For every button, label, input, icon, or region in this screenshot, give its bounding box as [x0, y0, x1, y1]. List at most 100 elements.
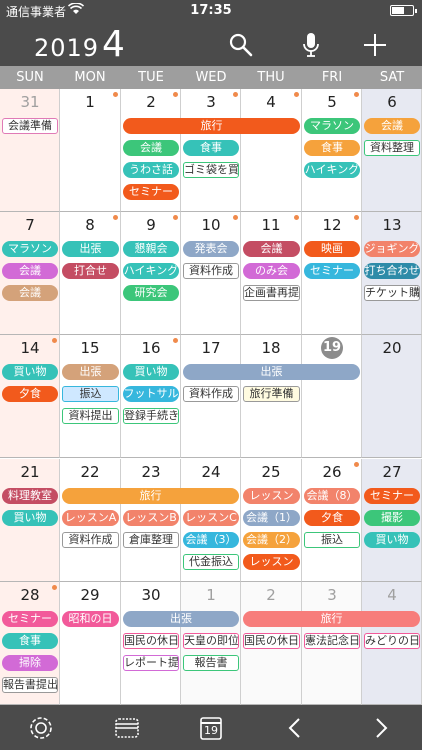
event-indicator-dot — [233, 215, 238, 220]
event-chip[interactable]: うわさ話 — [123, 162, 179, 178]
event-chip[interactable]: セミナー — [123, 184, 179, 200]
event-chip[interactable]: レッスン — [243, 488, 300, 504]
event-chip[interactable]: ジョギング — [364, 241, 420, 257]
event-chip[interactable]: 掃除 — [2, 655, 58, 671]
event-chip[interactable]: レッスン — [243, 554, 300, 570]
event-chip[interactable]: 会議（2） — [243, 532, 300, 548]
weekday-tue: TUE — [138, 70, 164, 85]
event-chip[interactable]: 打ち合わせ — [364, 263, 420, 279]
event-chip[interactable]: マラソン — [2, 241, 58, 257]
event-chip[interactable]: レポート提 — [123, 655, 179, 671]
event-chip[interactable]: 映画 — [304, 241, 360, 257]
day-number: 5 — [327, 93, 337, 111]
event-chip[interactable]: 代金振込 — [183, 554, 239, 570]
event-chip[interactable]: 資料作成 — [183, 263, 239, 279]
event-chip[interactable]: 会議 — [243, 241, 300, 257]
event-chip[interactable]: ハイキング — [304, 162, 360, 178]
event-chip[interactable]: セミナー — [364, 488, 420, 504]
event-chip[interactable]: 天皇の即位 — [183, 633, 239, 649]
event-chip[interactable]: 旅行準備 — [243, 386, 300, 402]
event-chip[interactable]: 食事 — [183, 140, 239, 156]
event-chip[interactable]: 会議 — [123, 140, 179, 156]
event-chip[interactable]: レッスンC — [183, 510, 239, 526]
event-chip[interactable]: 食事 — [2, 633, 58, 649]
multi-day-event[interactable]: 旅行 — [62, 488, 239, 504]
event-chip[interactable]: セミナー — [2, 611, 58, 627]
event-chip[interactable]: 会議 — [2, 263, 58, 279]
chevron-left-icon[interactable] — [280, 713, 310, 743]
event-chip[interactable]: セミナー — [304, 263, 360, 279]
today-label: 19 — [204, 724, 218, 737]
day-cell[interactable]: 29 — [60, 582, 121, 705]
day-cell[interactable]: 19 — [302, 335, 362, 458]
event-chip[interactable]: 資料提出 — [62, 408, 119, 424]
event-chip[interactable]: 料理教室 — [2, 488, 58, 504]
event-chip[interactable]: 会議（3） — [183, 532, 239, 548]
event-chip[interactable]: 報告書 — [183, 655, 239, 671]
event-chip[interactable]: 振込 — [62, 386, 119, 402]
event-chip[interactable]: 食事 — [304, 140, 360, 156]
today-button[interactable]: 19 — [196, 713, 226, 743]
event-chip[interactable]: 出張 — [62, 241, 119, 257]
multi-day-event[interactable]: 旅行 — [123, 118, 300, 134]
event-chip[interactable]: ハイキング — [123, 263, 179, 279]
event-chip[interactable]: レッスンB — [123, 510, 179, 526]
event-chip[interactable]: 買い物 — [2, 364, 58, 380]
day-number: 28 — [20, 586, 40, 604]
day-number: 3 — [327, 586, 337, 604]
event-chip[interactable]: 買い物 — [123, 364, 179, 380]
event-chip[interactable]: 憲法記念日 — [304, 633, 360, 649]
event-chip[interactable]: 国民の休日 — [243, 633, 300, 649]
event-chip[interactable]: 会議（8） — [304, 488, 360, 504]
multi-day-event[interactable]: 出張 — [183, 364, 360, 380]
event-chip[interactable]: 資料整理 — [364, 140, 420, 156]
day-cell[interactable]: 31 — [0, 89, 60, 212]
event-chip[interactable]: レッスンA — [62, 510, 119, 526]
event-chip[interactable]: 撮影 — [364, 510, 420, 526]
add-icon[interactable] — [360, 30, 390, 60]
event-chip[interactable]: 買い物 — [364, 532, 420, 548]
day-number: 17 — [201, 339, 221, 357]
microphone-icon[interactable] — [296, 30, 326, 60]
event-chip[interactable]: 打合せ — [62, 263, 119, 279]
event-chip[interactable]: マラソン — [304, 118, 360, 134]
day-number: 1 — [85, 93, 95, 111]
event-chip[interactable]: 買い物 — [2, 510, 58, 526]
event-chip[interactable]: フットサル — [123, 386, 179, 402]
event-chip[interactable]: 企画書再提 — [243, 285, 300, 301]
event-chip[interactable]: 国民の休日 — [123, 633, 179, 649]
day-cell[interactable]: 1 — [60, 89, 121, 212]
event-chip[interactable]: 会議 — [2, 285, 58, 301]
event-chip[interactable]: 登録手続き — [123, 408, 179, 424]
event-chip[interactable]: 資料作成 — [183, 386, 239, 402]
event-chip[interactable]: 昭和の日 — [62, 611, 119, 627]
battery-icon — [390, 5, 417, 16]
settings-icon[interactable] — [26, 713, 56, 743]
event-chip[interactable]: みどりの日 — [364, 633, 420, 649]
event-chip[interactable]: 発表会 — [183, 241, 239, 257]
multi-day-event[interactable]: 旅行 — [243, 611, 420, 627]
multi-day-event[interactable]: 出張 — [123, 611, 239, 627]
event-chip[interactable]: 夕食 — [304, 510, 360, 526]
event-chip[interactable]: 懇親会 — [123, 241, 179, 257]
day-cell[interactable]: 20 — [362, 335, 422, 458]
event-chip[interactable]: 資料作成 — [62, 532, 119, 548]
event-chip[interactable]: チケット購 — [364, 285, 420, 301]
search-icon[interactable] — [226, 30, 256, 60]
event-chip[interactable]: 研究会 — [123, 285, 179, 301]
event-chip[interactable]: 出張 — [62, 364, 119, 380]
event-chip[interactable]: 会議準備 — [2, 118, 58, 134]
event-chip[interactable]: 会議（1） — [243, 510, 300, 526]
calendar-list-icon[interactable] — [112, 713, 142, 743]
event-chip[interactable]: のみ会 — [243, 263, 300, 279]
event-chip[interactable]: 倉庫整理 — [123, 532, 179, 548]
chevron-right-icon[interactable] — [366, 713, 396, 743]
event-chip[interactable]: 振込 — [304, 532, 360, 548]
event-chip[interactable]: ゴミ袋を買 — [183, 162, 239, 178]
day-cell[interactable]: 4 — [241, 89, 302, 212]
event-indicator-dot — [294, 215, 299, 220]
day-number: 10 — [201, 216, 221, 234]
event-chip[interactable]: 夕食 — [2, 386, 58, 402]
event-chip[interactable]: 会議 — [364, 118, 420, 134]
event-chip[interactable]: 報告書提出 — [2, 677, 58, 693]
